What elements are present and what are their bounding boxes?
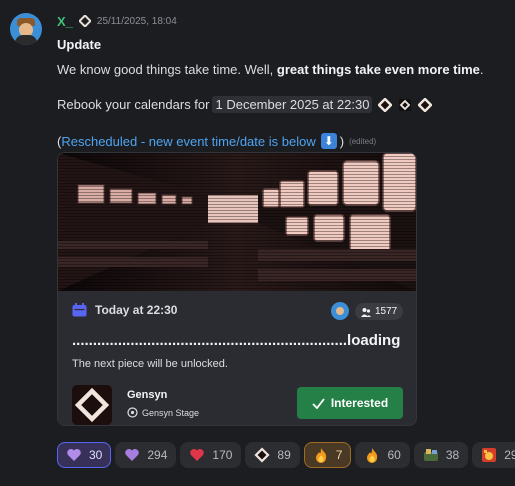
event-description: The next piece will be unlocked.	[72, 358, 228, 370]
stage-location: Gensyn Stage	[127, 407, 199, 418]
custom-emoji-icon	[423, 449, 438, 461]
gensyn-hex-emoji-icon	[378, 97, 393, 112]
event-card[interactable]: Today at 22:30 1577 ....................…	[57, 152, 417, 426]
reaction-fire[interactable]: 60	[355, 442, 410, 468]
people-icon	[361, 307, 371, 317]
reaction-custom-emoji[interactable]: 29	[472, 442, 515, 468]
user-avatar[interactable]	[10, 13, 42, 45]
purple-heart-icon	[67, 449, 81, 461]
gensyn-hex-emoji-icon	[399, 98, 412, 111]
checkmark-icon	[312, 397, 325, 409]
interested-count-badge[interactable]: 1577	[355, 303, 404, 320]
reaction-gensyn-hex[interactable]: 89	[245, 442, 300, 468]
interested-button[interactable]: Interested	[297, 387, 403, 419]
org-name: Gensyn	[127, 389, 168, 401]
reactions-bar: 30 294 170 89 7 60 38 29	[57, 442, 515, 468]
message-line-3: ( Rescheduled - new event time/date is b…	[57, 133, 377, 149]
event-time: Today at 22:30	[95, 303, 178, 317]
reaction-red-heart[interactable]: 170	[180, 442, 242, 468]
reaction-fire[interactable]: 7	[303, 442, 352, 468]
edited-label: (edited)	[349, 136, 377, 146]
rescheduled-link[interactable]: Rescheduled - new event time/date is bel…	[61, 134, 315, 149]
date-timestamp-chip[interactable]: 1 December 2025 at 22:30	[212, 96, 373, 113]
event-time-row: Today at 22:30	[72, 303, 177, 317]
gensyn-role-icon	[78, 15, 91, 27]
gensyn-logo	[72, 385, 112, 425]
red-heart-icon	[190, 449, 205, 461]
event-title[interactable]: ........................................…	[72, 332, 400, 349]
message-title: Update	[57, 37, 102, 52]
arrow-down-icon: ⬇	[320, 133, 337, 149]
gensyn-hex-icon	[254, 447, 270, 463]
username[interactable]: X_	[57, 14, 73, 29]
host-avatar[interactable]	[331, 302, 349, 320]
fire-icon	[367, 448, 378, 463]
message-line-1: We know good things take time. Well, gre…	[57, 62, 484, 77]
reaction-purple-heart[interactable]: 30	[57, 442, 112, 468]
gensyn-hex-emoji-icon	[418, 97, 433, 112]
message-timestamp: 25/11/2025, 18:04	[96, 15, 177, 27]
reaction-custom-emoji[interactable]: 38	[413, 442, 469, 468]
purple-heart-icon	[125, 449, 140, 461]
calendar-icon	[72, 303, 87, 317]
message-header: X_ 25/11/2025, 18:04	[57, 13, 177, 29]
event-banner-image	[58, 153, 416, 291]
fire-icon	[315, 448, 326, 463]
custom-emoji-icon	[482, 448, 497, 462]
stage-icon	[127, 407, 138, 418]
message-line-2: Rebook your calendars for 1 December 202…	[57, 96, 433, 113]
reaction-purple-heart[interactable]: 294	[115, 442, 177, 468]
